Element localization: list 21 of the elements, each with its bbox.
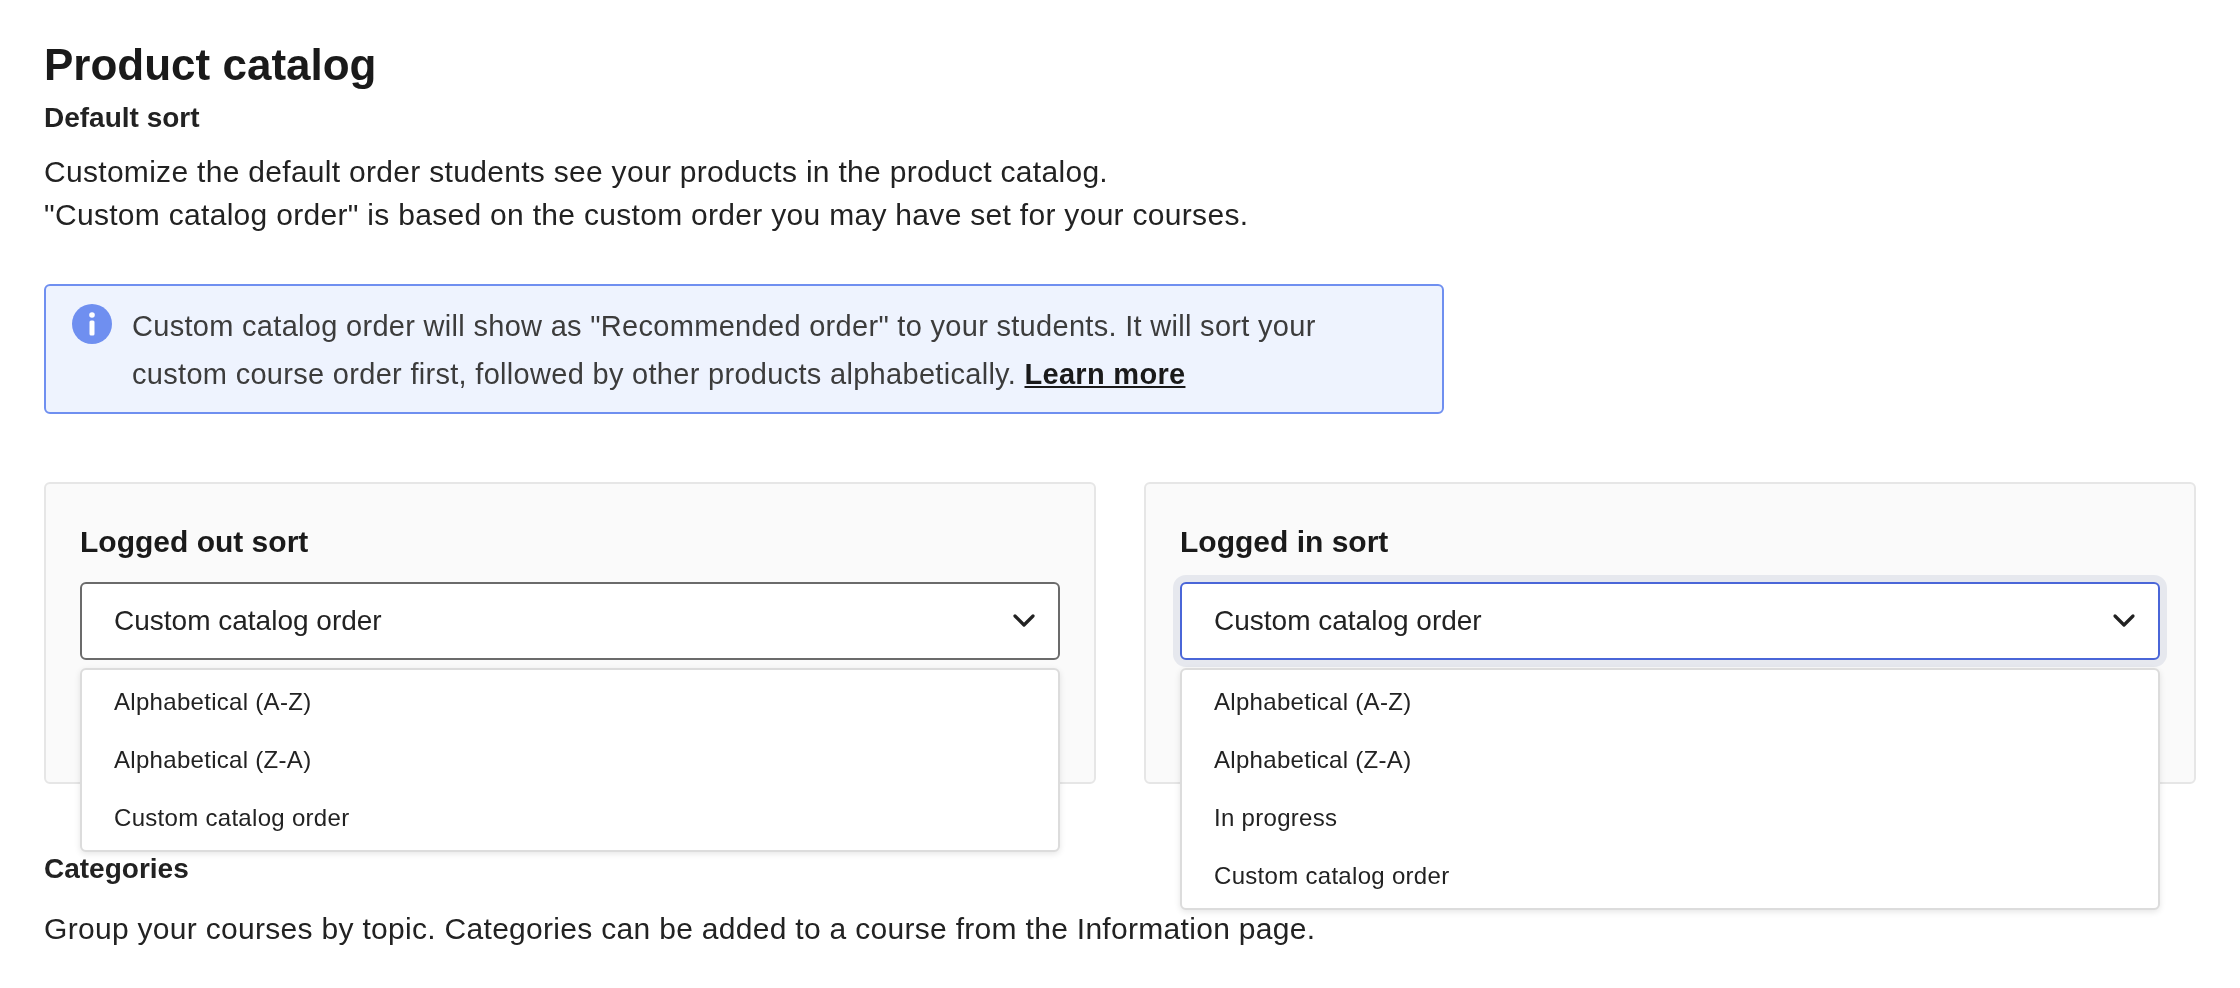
section-heading: Default sort (44, 102, 200, 134)
card-title: Logged in sort (1180, 524, 1390, 560)
info-text: Custom catalog order will show as "Recommended order" to your students. It will sort your custom course order first, followed by other products alphabetically. Learn more (132, 309, 1317, 392)
info-icon (72, 304, 112, 344)
section-heading: Categories (44, 853, 189, 885)
description-text: Customize the default order students see your products in the product catalog. (44, 154, 1108, 190)
dropdown-option[interactable]: Custom catalog order (82, 789, 1058, 847)
card-title: Logged out sort (80, 524, 310, 560)
dropdown-option[interactable]: Alphabetical (Z-A) (82, 731, 1058, 789)
dropdown-option[interactable]: Alphabetical (A-Z) (82, 673, 1058, 731)
description-text: "Custom catalog order" is based on the custom order you may have set for your courses. (44, 197, 1249, 233)
sort-select[interactable]: Custom catalog order (80, 582, 1060, 660)
dropdown-option[interactable]: Alphabetical (A-Z) (1182, 673, 2158, 731)
dropdown-option[interactable]: Alphabetical (Z-A) (1182, 731, 2158, 789)
chevron-down-icon (2112, 613, 2136, 629)
learn-more-link[interactable]: Learn more (1024, 358, 1186, 390)
chevron-down-icon (1012, 613, 1036, 629)
page-title: Product catalog (44, 40, 378, 90)
dropdown-option[interactable]: In progress (1182, 789, 2158, 847)
dropdown-option[interactable]: Custom catalog order (1182, 847, 2158, 905)
description-text: Group your courses by topic. Categories can be added to a course from the Information page. (44, 911, 1316, 947)
